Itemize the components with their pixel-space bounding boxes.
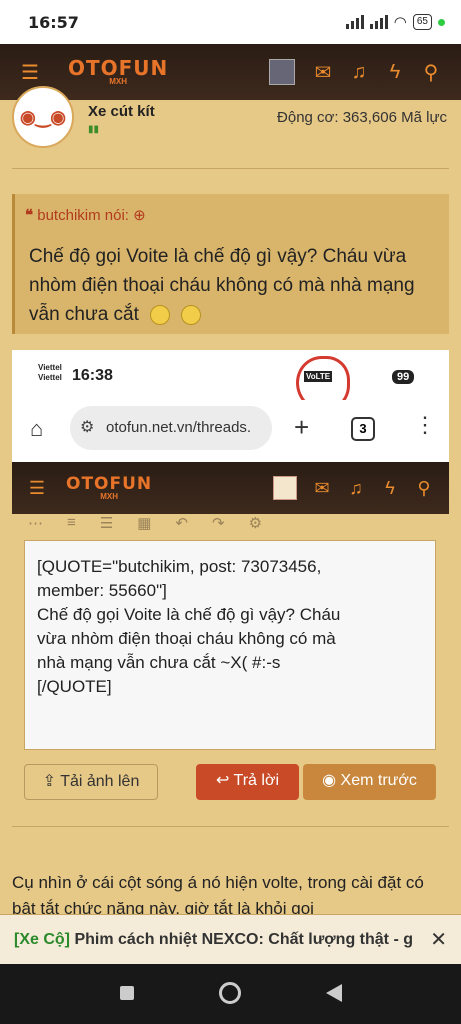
user-avatar-thumb[interactable] [269, 59, 295, 85]
wifi-icon: ◠ [393, 14, 407, 31]
avatar[interactable]: ◉‿◉ [12, 86, 74, 148]
avatar [273, 476, 297, 500]
more-icon: ⋮ [414, 412, 436, 437]
preview-button: ◉ Xem trước [303, 764, 436, 800]
tune-icon: ⚙ [80, 419, 95, 436]
screenshot-status-bar: Viettel Viettel 16:38 VoLTE 99 [12, 350, 449, 412]
engine-stat: Động cơ: 363,606 Mã lực [277, 109, 447, 126]
bell-icon[interactable]: ♫ [341, 61, 377, 84]
emoji-icon [150, 304, 171, 325]
emoji-icon-2 [181, 304, 202, 325]
tab-count: 3 [351, 417, 375, 441]
recents-button[interactable] [120, 986, 134, 1000]
upload-icon: ⇪ [42, 773, 57, 790]
settings-icon: ⚙ [248, 515, 263, 532]
ticker-tag: [Xe Cộ] [14, 931, 70, 948]
mail-icon[interactable]: ✉ [305, 60, 341, 85]
home-button[interactable] [219, 982, 241, 1004]
close-icon[interactable]: ✕ [424, 915, 447, 964]
redo-icon: ↷ [211, 515, 225, 532]
screenshot-editor-area: ⋯ ≡ ☰ ▦ ↶ ↷ ⚙ [QUOTE="butchikim, post: 7… [12, 514, 449, 812]
reply-button: ↩ Trả lời [196, 764, 299, 800]
arrow-up-circle-icon[interactable]: ⊕ [133, 207, 146, 224]
quote-icon: ❝ [25, 207, 34, 224]
user-badge: ▮▮ [88, 124, 100, 135]
screenshot-time: 16:38 [72, 367, 113, 384]
lightning-icon[interactable]: ϟ [377, 61, 413, 84]
news-ticker[interactable]: [Xe Cộ] Phim cách nhiệt NEXCO: Chất lượn… [0, 914, 461, 964]
menu-icon[interactable]: ☰ [12, 60, 48, 85]
embedded-screenshot: Viettel Viettel 16:38 VoLTE 99 ⌂ ⚙ otofu… [12, 350, 449, 812]
battery-indicator: 65 [412, 14, 432, 30]
quote-block: ❝ butchikim nói: ⊕ Chế độ gọi Voite là c… [12, 194, 449, 334]
browser-toolbar: ⌂ ⚙ otofun.net.vn/threads. + 3 ⋮ [12, 400, 449, 462]
bell-icon: ♫ [349, 477, 363, 498]
signal-icon [345, 15, 364, 29]
more-options-icon: ⋯ [28, 515, 43, 532]
app-navbar: ☰ OTOFUN MXH ✉ ♫ ϟ ⚲ [0, 44, 461, 100]
ticker-text[interactable]: Phim cách nhiệt NEXCO: Chất lượng thật -… [74, 931, 413, 948]
home-icon: ⌂ [30, 416, 44, 441]
upload-image-button: ⇪ Tải ảnh lên [24, 764, 158, 800]
mail-icon: ✉ [314, 477, 330, 498]
url-bar: ⚙ otofun.net.vn/threads. [70, 406, 272, 450]
privacy-dot-icon [438, 18, 445, 26]
carrier-label: Viettel Viettel [38, 363, 62, 382]
search-icon[interactable]: ⚲ [413, 60, 449, 85]
lightning-icon: ϟ [385, 477, 395, 498]
screenshot-navbar: ☰ OTOFUN MXH ✉ ♫ ϟ ⚲ [12, 462, 449, 514]
eye-icon: ◉ [322, 772, 337, 789]
search-icon: ⚲ [417, 477, 431, 498]
editor-textarea: [QUOTE="butchikim, post: 73073456, membe… [24, 540, 436, 750]
back-button[interactable] [326, 984, 342, 1002]
align-icon: ≡ [67, 514, 76, 531]
status-bar: 16:57 ◠ 65 [0, 0, 461, 44]
post-username[interactable]: Xe cút kít [88, 103, 155, 120]
reply-icon: ↩ [215, 772, 230, 789]
site-logo[interactable]: OTOFUN MXH [68, 58, 168, 86]
site-logo: OTOFUN MXH [66, 473, 153, 501]
divider [12, 826, 449, 827]
status-time: 16:57 [28, 12, 79, 32]
editor-toolbar: ⋯ ≡ ☰ ▦ ↶ ↷ ⚙ [28, 514, 262, 536]
table-icon: ▦ [137, 515, 152, 532]
quote-header[interactable]: ❝ butchikim nói: ⊕ [25, 206, 146, 224]
menu-icon: ☰ [28, 477, 46, 498]
system-navigation-bar [0, 964, 461, 1024]
signal-icon-2 [369, 15, 388, 29]
divider [12, 168, 449, 169]
new-tab-icon: + [294, 412, 310, 442]
list-icon: ☰ [99, 515, 114, 532]
undo-icon: ↶ [175, 515, 188, 532]
quote-body: Chế độ gọi Voite là chế độ gì vậy? Cháu … [29, 246, 415, 325]
screenshot-battery: 99 [392, 370, 415, 384]
